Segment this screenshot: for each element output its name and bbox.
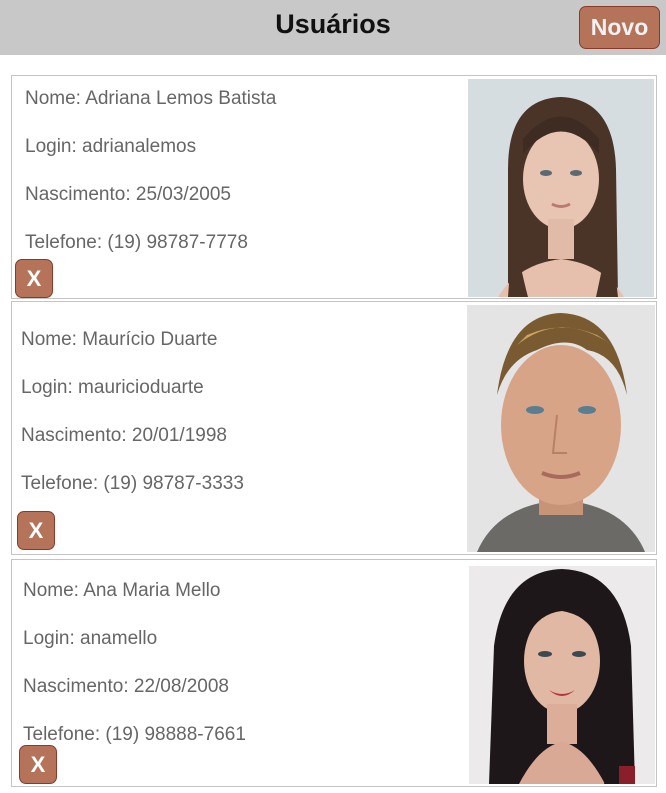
user-login: Login: adrianalemos <box>25 136 197 157</box>
user-card: Nome: Adriana Lemos Batista Login: adria… <box>11 75 657 299</box>
user-phone: Telefone: (19) 98787-3333 <box>21 473 244 494</box>
user-birthdate: Nascimento: 22/08/2008 <box>23 676 229 697</box>
user-name: Nome: Ana Maria Mello <box>23 580 221 601</box>
user-photo <box>469 566 655 784</box>
page-title: Usuários <box>275 9 391 39</box>
delete-user-button[interactable]: X <box>19 745 57 784</box>
delete-user-button[interactable]: X <box>15 259 53 298</box>
user-card: Nome: Maurício Duarte Login: mauriciodua… <box>11 301 657 555</box>
user-name: Nome: Maurício Duarte <box>21 329 218 350</box>
user-card: Nome: Ana Maria Mello Login: anamello Na… <box>11 559 657 787</box>
user-photo <box>467 305 655 552</box>
user-login: Login: anamello <box>23 628 158 649</box>
user-phone: Telefone: (19) 98787-7778 <box>25 232 248 253</box>
new-user-button[interactable]: Novo <box>579 6 660 49</box>
delete-user-button[interactable]: X <box>17 511 55 550</box>
user-birthdate: Nascimento: 20/01/1998 <box>21 425 227 446</box>
user-birthdate: Nascimento: 25/03/2005 <box>25 184 231 205</box>
user-login: Login: mauricioduarte <box>21 377 204 398</box>
user-phone: Telefone: (19) 98888-7661 <box>23 724 246 745</box>
user-name: Nome: Adriana Lemos Batista <box>25 88 277 109</box>
app-header: Usuários Novo <box>0 0 666 55</box>
user-photo <box>468 79 654 297</box>
